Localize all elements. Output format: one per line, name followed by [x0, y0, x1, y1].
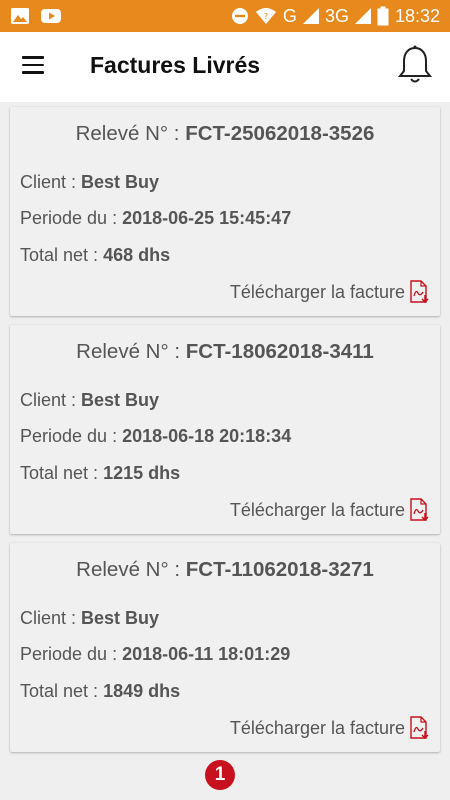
- status-notifications: [10, 6, 62, 26]
- client-value: Best Buy: [81, 172, 160, 192]
- wifi-icon: ?: [255, 8, 276, 24]
- client-value: Best Buy: [81, 390, 160, 410]
- dnd-icon: [231, 8, 248, 24]
- period-row: Periode du : 2018-06-18 20:18:34: [20, 426, 291, 447]
- status-system: ? G 3G 18:32: [231, 0, 440, 32]
- period-value: 2018-06-25 15:45:47: [122, 208, 292, 228]
- clock: 18:32: [394, 5, 440, 26]
- invoice-title: Relevé N° : FCT-18062018-3411: [10, 340, 440, 364]
- network-3g-label: 3G: [324, 5, 349, 26]
- bell-icon[interactable]: [396, 44, 434, 86]
- download-invoice-button[interactable]: Télécharger la facture: [230, 498, 430, 522]
- svg-text:?: ?: [264, 12, 268, 21]
- invoice-number: FCT-18062018-3411: [185, 340, 374, 363]
- client-row: Client : Best Buy: [20, 172, 159, 193]
- period-value: 2018-06-18 20:18:34: [122, 426, 292, 446]
- period-value: 2018-06-11 18:01:29: [122, 644, 291, 664]
- app-bar: Factures Livrés: [0, 32, 450, 102]
- invoice-card: Relevé N° : FCT-11062018-3271 Client : B…: [10, 543, 440, 752]
- download-invoice-button[interactable]: Télécharger la facture: [230, 716, 430, 740]
- status-bar: ? G 3G 18:32: [0, 0, 450, 32]
- total-label: Total net :: [20, 463, 104, 483]
- download-invoice-button[interactable]: Télécharger la facture: [230, 280, 430, 304]
- invoice-title-prefix: Relevé N° :: [75, 122, 186, 145]
- page-number-badge[interactable]: 1: [205, 760, 235, 790]
- client-value: Best Buy: [81, 608, 160, 628]
- client-label: Client :: [20, 172, 82, 192]
- signal-icon-2: [354, 8, 371, 24]
- hamburger-menu-icon[interactable]: [22, 56, 48, 76]
- signal-icon: [302, 8, 319, 24]
- download-label: Télécharger la facture: [229, 281, 405, 302]
- battery-icon: [377, 6, 389, 26]
- client-label: Client :: [20, 390, 82, 410]
- network-g-label: G: [282, 5, 297, 26]
- invoice-card: Relevé N° : FCT-18062018-3411 Client : B…: [10, 325, 440, 534]
- client-label: Client :: [20, 608, 82, 628]
- period-label: Periode du :: [20, 208, 123, 228]
- pdf-download-icon: [410, 280, 429, 304]
- invoice-title: Relevé N° : FCT-11062018-3271: [10, 558, 440, 582]
- youtube-icon: [41, 9, 61, 23]
- period-label: Periode du :: [20, 426, 123, 446]
- client-row: Client : Best Buy: [20, 608, 159, 629]
- download-label: Télécharger la facture: [229, 499, 405, 520]
- period-label: Periode du :: [20, 644, 123, 664]
- total-row: Total net : 1849 dhs: [20, 681, 180, 702]
- client-row: Client : Best Buy: [20, 390, 159, 411]
- invoice-list: Relevé N° : FCT-25062018-3526 Client : B…: [10, 107, 440, 761]
- total-row: Total net : 468 dhs: [20, 245, 170, 266]
- page-title: Factures Livrés: [90, 52, 261, 78]
- invoice-card: Relevé N° : FCT-25062018-3526 Client : B…: [10, 107, 440, 316]
- image-icon: [11, 8, 29, 24]
- pdf-download-icon: [410, 716, 429, 740]
- total-label: Total net :: [20, 681, 104, 701]
- period-row: Periode du : 2018-06-11 18:01:29: [20, 644, 290, 665]
- invoice-title-prefix: Relevé N° :: [76, 558, 186, 581]
- total-value: 1215 dhs: [103, 463, 181, 483]
- invoice-number: FCT-11062018-3271: [185, 558, 374, 581]
- invoice-number: FCT-25062018-3526: [185, 122, 375, 145]
- invoice-title-prefix: Relevé N° :: [76, 340, 186, 363]
- total-value: 468 dhs: [103, 245, 171, 265]
- pdf-download-icon: [410, 498, 429, 522]
- total-row: Total net : 1215 dhs: [20, 463, 180, 484]
- download-label: Télécharger la facture: [229, 717, 405, 738]
- period-row: Periode du : 2018-06-25 15:45:47: [20, 208, 291, 229]
- total-label: Total net :: [20, 245, 104, 265]
- total-value: 1849 dhs: [103, 681, 181, 701]
- invoice-title: Relevé N° : FCT-25062018-3526: [10, 122, 440, 146]
